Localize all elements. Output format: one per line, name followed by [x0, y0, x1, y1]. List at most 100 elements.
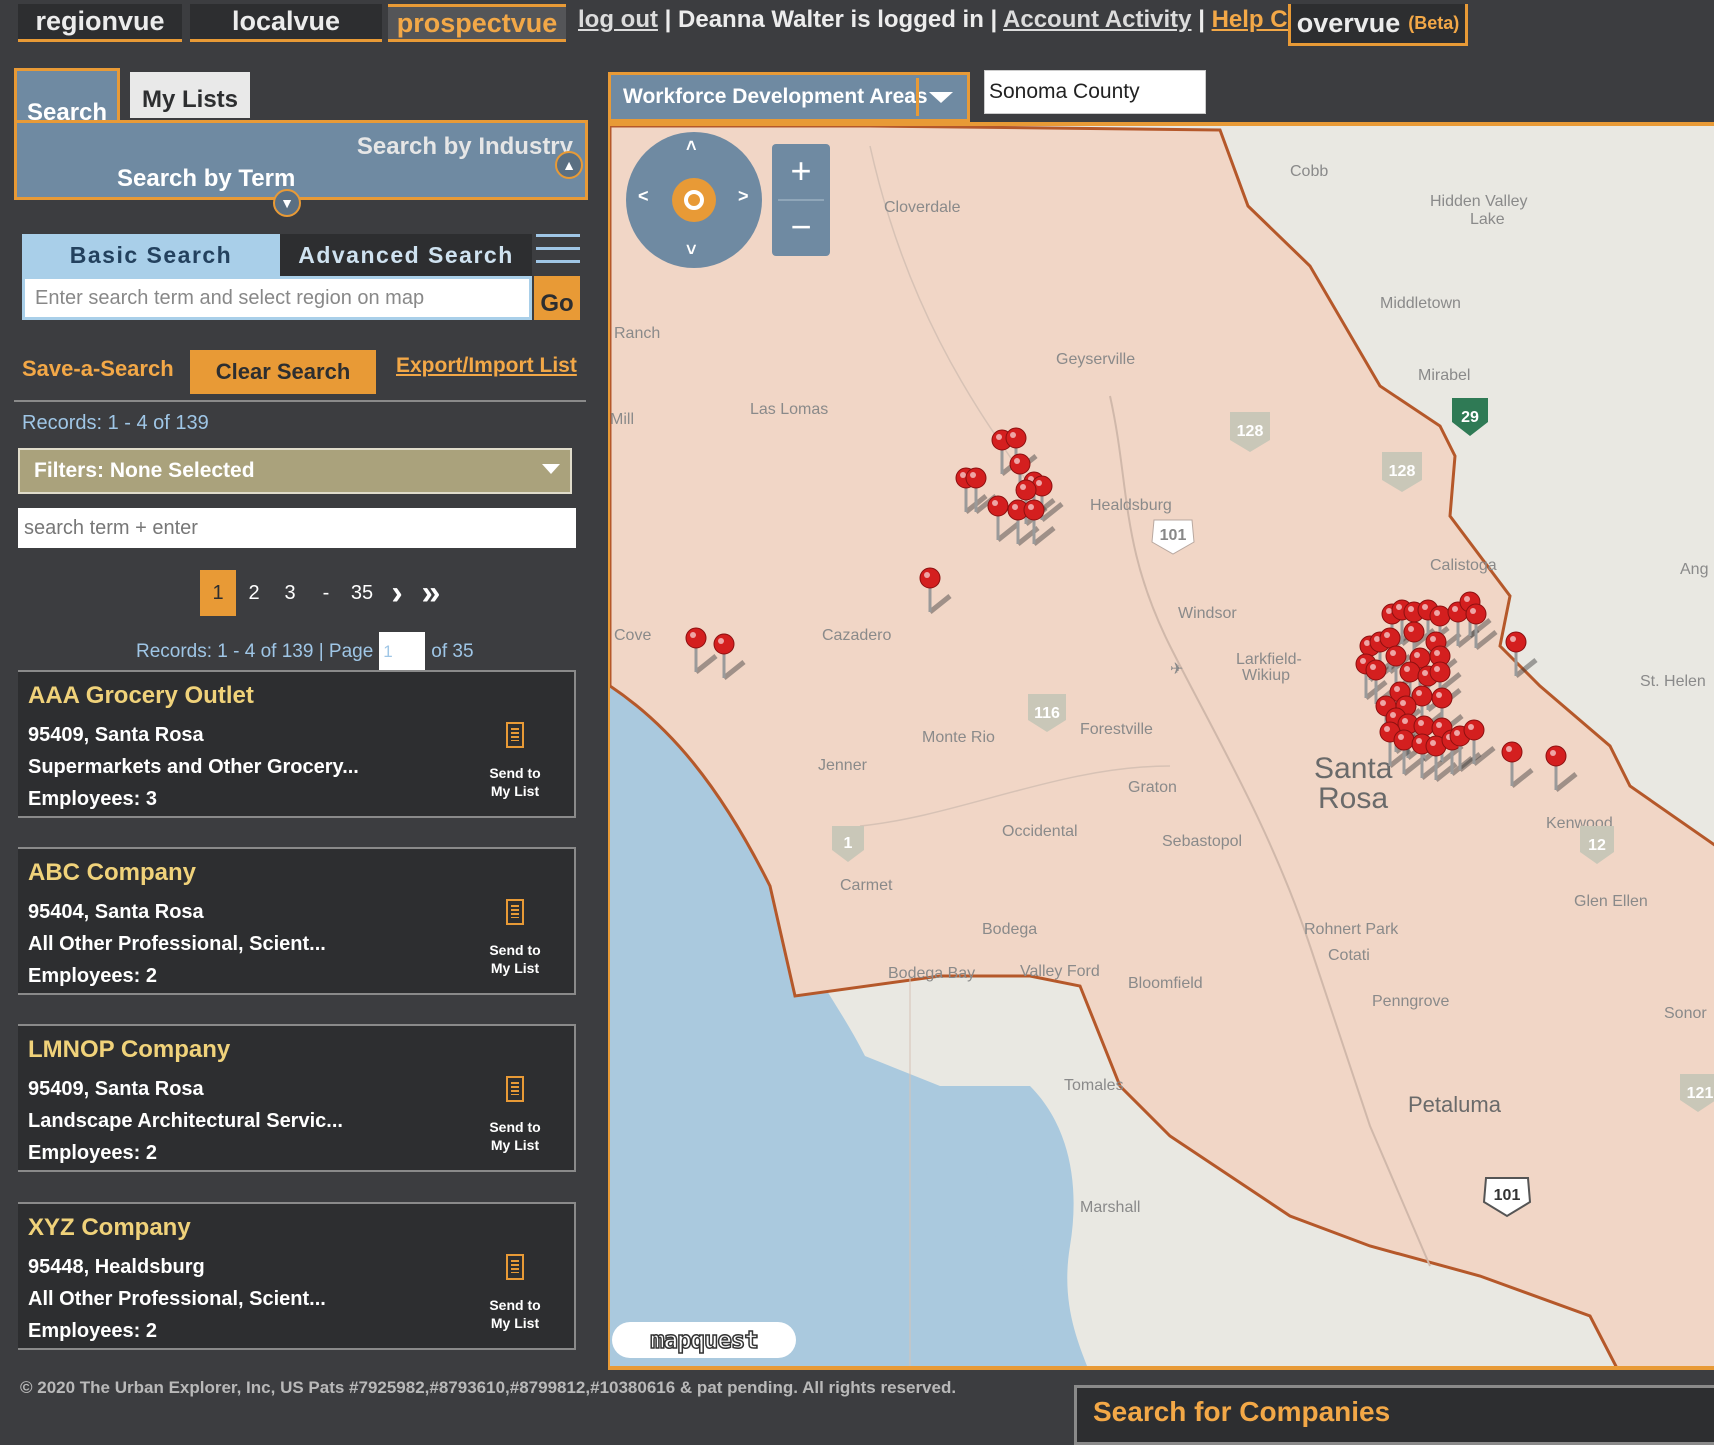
overvue-button[interactable]: overvue (Beta) [1288, 4, 1468, 46]
pan-left-icon[interactable]: ˂ [638, 186, 649, 207]
send-to-list-button[interactable]: Send to My List [480, 1076, 550, 1154]
my-list-label: My List [490, 1315, 540, 1331]
company-name[interactable]: ABC Company [28, 859, 196, 887]
place-label: Penngrove [1372, 993, 1449, 1010]
company-location: 95404, Santa Rosa [28, 901, 204, 923]
company-name[interactable]: AAA Grocery Outlet [28, 682, 254, 710]
svg-text:1: 1 [844, 835, 853, 852]
svg-text:121: 121 [1687, 1085, 1714, 1102]
nav-tab-regionvue[interactable]: regionvue [18, 4, 182, 42]
go-button[interactable]: Go [534, 276, 580, 320]
place-label: Bodega [982, 921, 1037, 938]
send-to-label: Send to [489, 942, 541, 958]
place-label: Mirabel [1418, 367, 1470, 384]
chevron-down-icon[interactable]: ▼ [273, 189, 301, 217]
tab-advanced-search[interactable]: Advanced Search [280, 234, 532, 276]
filter-search-input[interactable] [18, 508, 576, 548]
mapquest-logo: mapquest [612, 1322, 796, 1358]
send-to-label: Send to [489, 1119, 541, 1135]
company-location: 95409, Santa Rosa [28, 1078, 204, 1100]
place-label: Monte Rio [922, 729, 995, 746]
place-label: Mill [610, 411, 634, 428]
svg-text:29: 29 [1461, 409, 1479, 426]
svg-text:101: 101 [1160, 527, 1187, 544]
next-page-icon[interactable]: › [380, 574, 414, 613]
search-term-input[interactable] [22, 276, 532, 320]
list-icon [506, 722, 524, 748]
search-by-term[interactable]: Search by Term [117, 165, 295, 193]
map-layer-select[interactable]: Workforce Development Areas [608, 72, 970, 122]
filters-dropdown[interactable]: Filters: None Selected [18, 448, 572, 494]
place-label: Tomales [1064, 1077, 1124, 1094]
route-29-shield: 29 [1452, 398, 1488, 436]
company-employees: Employees: 2 [28, 1142, 157, 1164]
place-label: Lake [1470, 211, 1505, 228]
list-icon [506, 1254, 524, 1280]
save-a-search-link[interactable]: Save-a-Search [22, 356, 174, 382]
tab-basic-search[interactable]: Basic Search [22, 234, 280, 276]
svg-text:101: 101 [1494, 1187, 1521, 1204]
place-label: St. Helen [1640, 673, 1706, 690]
place-label: Windsor [1178, 605, 1237, 622]
logout-link[interactable]: log out [578, 6, 658, 33]
place-label: Petaluma [1408, 1092, 1502, 1117]
page-35[interactable]: 35 [344, 570, 380, 616]
recenter-icon[interactable] [672, 178, 716, 222]
zoom-out-button[interactable]: − [772, 200, 830, 254]
send-to-label: Send to [489, 1297, 541, 1313]
pan-up-icon[interactable]: ˄ [686, 136, 697, 157]
chevron-up-icon[interactable]: ▲ [555, 151, 583, 179]
place-label: Ranch [614, 325, 660, 342]
company-employees: Employees: 3 [28, 788, 157, 810]
place-label: Sonor [1664, 1005, 1707, 1022]
last-page-icon[interactable]: » [414, 574, 448, 613]
map-view[interactable]: Cobb Hidden Valley Lake Cloverdale Middl… [608, 122, 1714, 1370]
separator: | [1198, 6, 1205, 33]
tab-my-lists[interactable]: My Lists [130, 72, 250, 118]
pan-down-icon[interactable]: ˅ [686, 240, 697, 261]
result-card[interactable]: LMNOP Company 95409, Santa Rosa Landscap… [18, 1024, 576, 1172]
place-label: Healdsburg [1090, 497, 1172, 514]
pan-right-icon[interactable]: ˃ [738, 186, 749, 207]
tab-search[interactable]: Search [14, 68, 120, 128]
company-industry: Supermarkets and Other Grocery... [28, 756, 359, 778]
user-status: Deanna Walter is logged in [678, 6, 984, 33]
company-name[interactable]: XYZ Company [28, 1214, 191, 1242]
page-3[interactable]: 3 [272, 570, 308, 616]
search-by-industry[interactable]: Search by Industry [357, 133, 573, 161]
result-card[interactable]: ABC Company 95404, Santa Rosa All Other … [18, 847, 576, 995]
place-label: Middletown [1380, 295, 1461, 312]
region-input[interactable] [984, 70, 1206, 114]
nav-tab-prospectvue[interactable]: prospectvue [388, 4, 566, 42]
search-for-companies-panel[interactable]: Search for Companies [1074, 1385, 1714, 1445]
company-employees: Employees: 2 [28, 1320, 157, 1342]
clear-search-button[interactable]: Clear Search [190, 350, 376, 394]
page-number-input[interactable] [379, 632, 426, 672]
page-1[interactable]: 1 [200, 570, 236, 616]
place-label: Larkfield- [1236, 651, 1302, 668]
map-canvas[interactable]: Cobb Hidden Valley Lake Cloverdale Middl… [610, 126, 1714, 1370]
page-2[interactable]: 2 [236, 570, 272, 616]
export-import-link[interactable]: Export/Import List [396, 354, 577, 378]
zoom-in-button[interactable]: + [772, 144, 830, 198]
account-activity-link[interactable]: Account Activity [1003, 6, 1191, 33]
separator: | [664, 6, 672, 33]
send-to-list-button[interactable]: Send to My List [480, 722, 550, 800]
company-name[interactable]: LMNOP Company [28, 1036, 230, 1064]
send-to-list-button[interactable]: Send to My List [480, 899, 550, 977]
place-label: Hidden Valley [1430, 193, 1528, 210]
list-icon [506, 1076, 524, 1102]
result-card[interactable]: XYZ Company 95448, Healdsburg All Other … [18, 1202, 576, 1350]
result-card[interactable]: AAA Grocery Outlet 95409, Santa Rosa Sup… [18, 670, 576, 818]
place-label: Calistoga [1430, 557, 1497, 574]
place-label: Valley Ford [1020, 963, 1100, 980]
place-label: Las Lomas [750, 401, 828, 418]
my-list-label: My List [490, 960, 540, 976]
send-to-list-button[interactable]: Send to My List [480, 1254, 550, 1332]
svg-text:128: 128 [1389, 463, 1416, 480]
nav-tab-localvue[interactable]: localvue [190, 4, 382, 42]
pan-control[interactable]: ˄ ˅ ˂ ˃ [626, 132, 762, 268]
records-count: Records: 1 - 4 of 139 [22, 412, 209, 434]
copyright-footer: © 2020 The Urban Explorer, Inc, US Pats … [20, 1378, 957, 1397]
menu-icon[interactable] [536, 234, 580, 274]
